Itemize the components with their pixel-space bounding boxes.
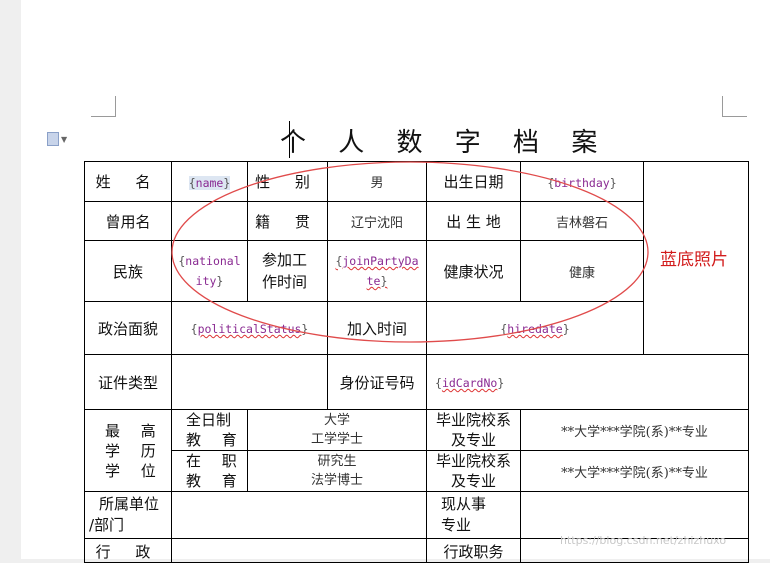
ethnicity-label: 民族 <box>84 240 172 302</box>
join-party-field-cell[interactable]: {joinPartyDa te} <box>327 240 427 302</box>
birthplace-value[interactable]: 吉林磐石 <box>520 201 644 241</box>
join-date-label: 加入时间 <box>327 301 427 355</box>
photo-note: 蓝底照片 <box>660 250 728 270</box>
education-group-label: 最 高 学 历 学 位 <box>84 409 172 492</box>
unit-label: 所属单位 /部门 <box>84 491 172 539</box>
fulltime-school[interactable]: **大学***学院(系)**专业 <box>520 409 749 451</box>
native-place-label: 籍 贯 <box>247 201 328 241</box>
fulltime-school-label: 毕业院校系 及专业 <box>426 409 521 451</box>
id-field: idCardNo <box>441 376 498 390</box>
gender-value[interactable]: 男 <box>327 161 427 202</box>
nationality-field: national <box>185 254 241 268</box>
join-party-field: joinPartyDa <box>342 254 419 268</box>
join-party-field-cont: te <box>366 274 381 288</box>
id-type-label: 证件类型 <box>84 354 172 410</box>
paste-options-icon[interactable]: ▼ <box>47 132 77 146</box>
former-name-value[interactable] <box>171 201 248 241</box>
native-place-value[interactable]: 辽宁沈阳 <box>327 201 427 241</box>
onjob-school-label: 毕业院校系 及专业 <box>426 450 521 492</box>
text-cursor <box>289 121 290 158</box>
fulltime-degree[interactable]: 大学 工学学士 <box>247 409 427 451</box>
id-type-value[interactable] <box>171 354 328 410</box>
nationality-field-cell[interactable]: {national ity} <box>171 240 248 302</box>
name-label: 姓 名 <box>84 161 172 202</box>
political-label: 政治面貌 <box>84 301 172 355</box>
id-no-label: 身份证号码 <box>327 354 427 410</box>
profession-value[interactable] <box>520 491 749 539</box>
political-field: politicalStatus <box>197 322 302 336</box>
former-name-label: 曾用名 <box>84 201 172 241</box>
birthdate-field: birthday <box>554 175 610 190</box>
document-title: 个 人 数 字 档 案 <box>280 128 610 158</box>
health-label: 健康状况 <box>426 240 521 302</box>
work-start-label: 参加工 作时间 <box>247 240 328 302</box>
hire-field-cell[interactable]: {hiredate} <box>426 301 644 355</box>
onjob-school[interactable]: **大学***学院(系)**专业 <box>520 450 749 492</box>
political-field-cell[interactable]: {politicalStatus} <box>171 301 328 355</box>
onjob-degree[interactable]: 研究生 法学博士 <box>247 450 427 492</box>
fulltime-label: 全日制 教 育 <box>171 409 248 451</box>
birthplace-label: 出 生 地 <box>426 201 521 241</box>
name-field: name <box>195 175 224 190</box>
profession-label: 现从事 专业 <box>426 491 521 539</box>
crop-mark-right <box>722 96 747 117</box>
crop-mark-left <box>91 96 116 117</box>
unit-value[interactable] <box>171 491 427 539</box>
gender-label: 性 别 <box>247 161 328 202</box>
hire-field: hiredate <box>507 322 563 336</box>
health-value[interactable]: 健康 <box>520 240 644 302</box>
name-field-cell[interactable]: {name} <box>171 161 248 202</box>
birthdate-field-cell[interactable]: {birthday} <box>520 161 644 202</box>
record-table: 姓 名 {name} 性 别 男 出生日期 {birthday} 曾用名 籍 贯… <box>84 161 749 563</box>
birthdate-label: 出生日期 <box>426 161 521 202</box>
watermark-text: https://blog.csdn.net/zhizhuxo <box>560 534 727 547</box>
nationality-field-cont: ity <box>195 274 217 288</box>
onjob-label: 在 职 教 育 <box>171 450 248 492</box>
id-field-cell[interactable]: {idCardNo} <box>426 354 749 410</box>
